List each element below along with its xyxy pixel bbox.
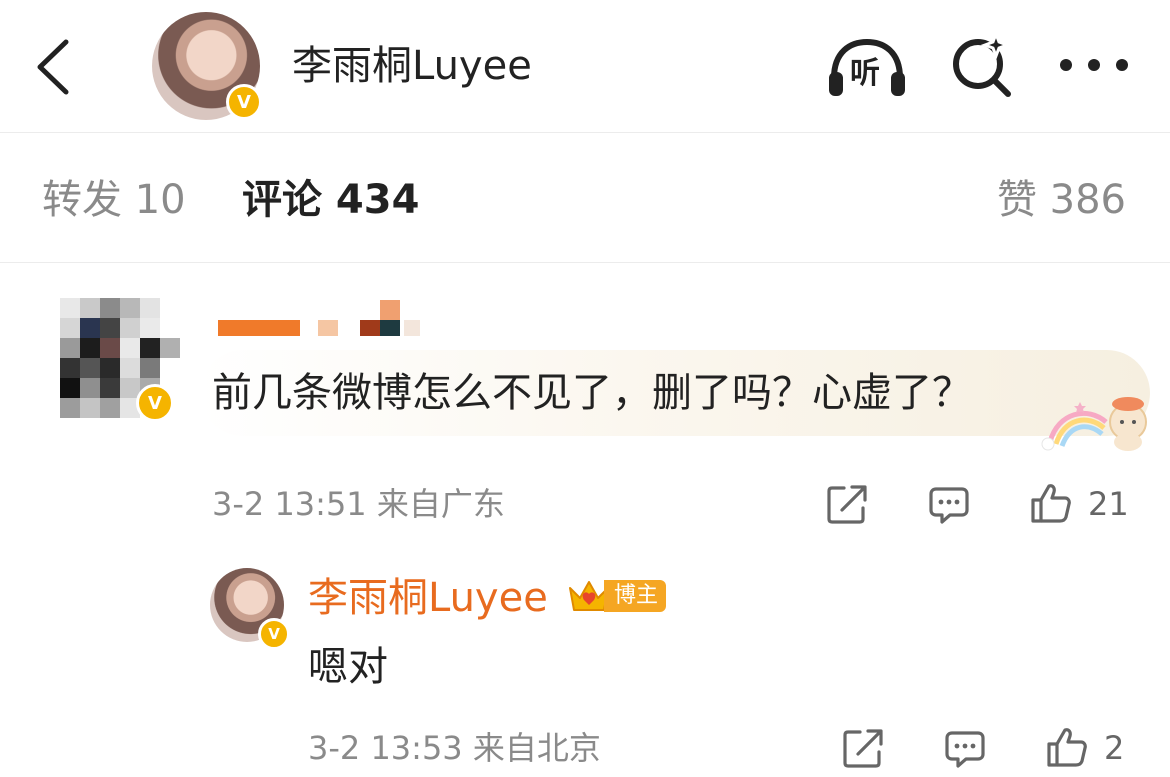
rainbow-bunny-decoration-icon [1041, 397, 1147, 451]
verified-badge-icon: V [136, 384, 174, 422]
tab-like[interactable]: 赞 386 [997, 174, 1126, 226]
thumbs-up-icon[interactable] [1030, 482, 1072, 524]
like-count: 21 [1088, 485, 1129, 523]
reply-comment-icon[interactable] [944, 730, 986, 768]
tab-bar: 转发 10 评论 434 赞 386 [0, 160, 1170, 244]
tab-comment[interactable]: 评论 434 [242, 174, 419, 226]
thumbs-up-icon[interactable] [1046, 726, 1088, 768]
share-icon[interactable] [826, 484, 868, 524]
tab-divider [0, 262, 1170, 263]
reply-meta: 3-2 13:53 来自北京 [308, 729, 601, 767]
search-sparkle-icon[interactable] [948, 32, 1014, 98]
comment-meta: 3-2 13:51 来自广东 [212, 485, 505, 523]
verified-badge-icon: V [258, 618, 290, 650]
page-title[interactable]: 李雨桐Luyee [292, 40, 532, 92]
top-bar: V 李雨桐Luyee 听 [0, 0, 1170, 132]
author-badge: 博主 [604, 580, 667, 612]
back-chevron-icon[interactable] [30, 36, 80, 98]
reply-comment-icon[interactable] [928, 486, 970, 524]
listen-headphones-icon[interactable]: 听 [826, 38, 908, 98]
commenter-name-blurred[interactable] [218, 298, 438, 342]
reply-author-name[interactable]: 李雨桐Luyee [308, 572, 548, 624]
reply-text: 嗯对 [308, 644, 388, 690]
share-icon[interactable] [842, 728, 884, 768]
tab-repost[interactable]: 转发 10 [42, 174, 186, 226]
header-divider [0, 132, 1170, 133]
verified-badge-icon: V [226, 84, 262, 120]
more-dots-icon[interactable] [1058, 52, 1130, 78]
comment-text: 前几条微博怎么不见了，删了吗？心虚了？ [212, 370, 972, 416]
listen-label: 听 [850, 56, 880, 91]
like-count: 2 [1104, 729, 1125, 767]
